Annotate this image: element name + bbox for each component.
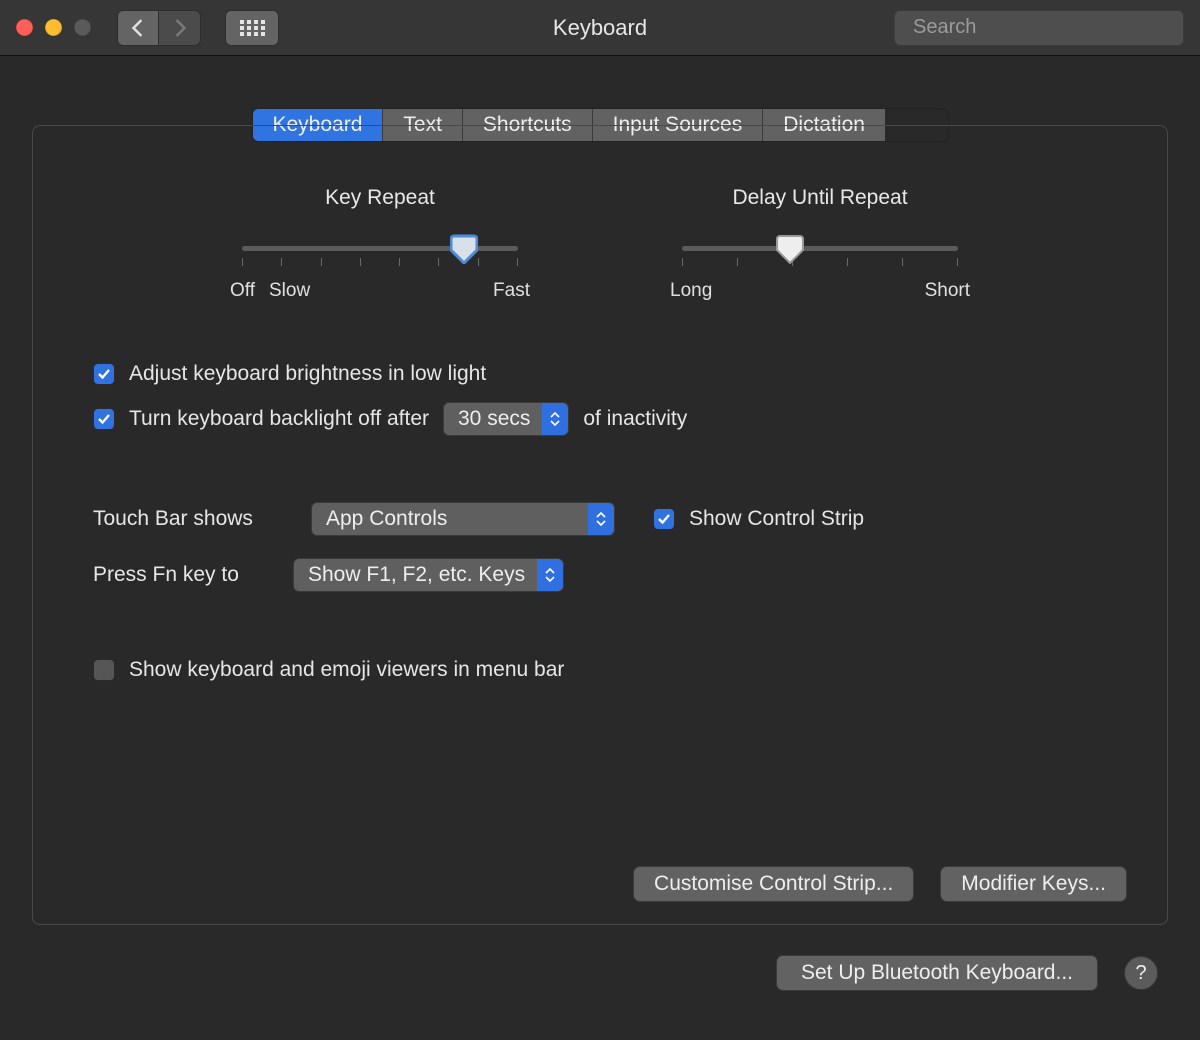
delay-repeat-slider-block: Delay Until Repeat Long Short	[670, 186, 970, 302]
key-repeat-title: Key Repeat	[230, 186, 530, 210]
backlight-off-prefix: Turn keyboard backlight off after	[129, 407, 429, 431]
close-window-button[interactable]	[16, 19, 33, 36]
check-icon	[97, 367, 111, 381]
nav-buttons	[117, 10, 201, 46]
help-button[interactable]: ?	[1124, 956, 1158, 990]
grid-icon	[239, 19, 265, 37]
delay-repeat-thumb[interactable]	[776, 234, 804, 264]
backlight-off-value: 30 secs	[458, 407, 530, 431]
backlight-off-checkbox[interactable]	[93, 408, 115, 430]
show-viewers-row: Show keyboard and emoji viewers in menu …	[93, 658, 1107, 682]
touch-bar-value: App Controls	[326, 507, 447, 531]
check-icon	[657, 512, 671, 526]
sliders-row: Key Repeat Off Slow Fast Del	[93, 186, 1107, 302]
content: Keyboard Text Shortcuts Input Sources Di…	[0, 108, 1200, 1023]
delay-repeat-title: Delay Until Repeat	[670, 186, 970, 210]
delay-repeat-labels: Long Short	[670, 280, 970, 302]
select-stepper-icon	[542, 403, 568, 435]
key-repeat-off-label: Off	[230, 280, 255, 302]
bluetooth-keyboard-button[interactable]: Set Up Bluetooth Keyboard...	[776, 955, 1098, 991]
panel-footer: Customise Control Strip... Modifier Keys…	[93, 866, 1127, 902]
show-all-button[interactable]	[225, 10, 279, 46]
settings-panel: Key Repeat Off Slow Fast Del	[32, 125, 1168, 925]
delay-repeat-long-label: Long	[670, 280, 712, 302]
backlight-off-row: Turn keyboard backlight off after 30 sec…	[93, 402, 1107, 436]
key-repeat-labels: Off Slow Fast	[230, 280, 530, 302]
key-repeat-slider-block: Key Repeat Off Slow Fast	[230, 186, 530, 302]
show-viewers-label: Show keyboard and emoji viewers in menu …	[129, 658, 564, 682]
select-stepper-icon	[588, 503, 614, 535]
forward-button[interactable]	[159, 10, 201, 46]
control-strip-checkbox[interactable]	[653, 508, 675, 530]
below-panel: Set Up Bluetooth Keyboard... ?	[32, 955, 1168, 991]
key-repeat-fast-label: Fast	[493, 280, 530, 302]
adjust-brightness-checkbox[interactable]	[93, 363, 115, 385]
delay-repeat-short-label: Short	[925, 280, 970, 302]
touch-bar-select[interactable]: App Controls	[311, 502, 615, 536]
zoom-window-button[interactable]	[74, 19, 91, 36]
key-repeat-slow-label: Slow	[269, 280, 310, 302]
fn-key-select[interactable]: Show F1, F2, etc. Keys	[293, 558, 564, 592]
key-repeat-thumb[interactable]	[450, 234, 478, 264]
fn-key-value: Show F1, F2, etc. Keys	[308, 563, 525, 587]
search-field[interactable]	[894, 10, 1184, 46]
search-input[interactable]	[913, 16, 1178, 39]
check-icon	[97, 412, 111, 426]
select-stepper-icon	[537, 559, 563, 591]
show-viewers-checkbox[interactable]	[93, 659, 115, 681]
delay-repeat-slider[interactable]	[670, 236, 970, 260]
touch-bar-row: Touch Bar shows App Controls Show Contro…	[93, 502, 1107, 536]
titlebar: Keyboard	[0, 0, 1200, 56]
adjust-brightness-row: Adjust keyboard brightness in low light	[93, 362, 1107, 386]
modifier-keys-button[interactable]: Modifier Keys...	[940, 866, 1127, 902]
backlight-off-select[interactable]: 30 secs	[443, 402, 569, 436]
control-strip-label: Show Control Strip	[689, 507, 864, 531]
minimize-window-button[interactable]	[45, 19, 62, 36]
adjust-brightness-label: Adjust keyboard brightness in low light	[129, 362, 486, 386]
touch-bar-label: Touch Bar shows	[93, 507, 293, 531]
key-repeat-slider[interactable]	[230, 236, 530, 260]
backlight-off-suffix: of inactivity	[583, 407, 687, 431]
back-button[interactable]	[117, 10, 159, 46]
customise-control-strip-button[interactable]: Customise Control Strip...	[633, 866, 914, 902]
fn-key-row: Press Fn key to Show F1, F2, etc. Keys	[93, 558, 1107, 592]
fn-key-label: Press Fn key to	[93, 563, 275, 587]
traffic-lights	[16, 19, 91, 36]
